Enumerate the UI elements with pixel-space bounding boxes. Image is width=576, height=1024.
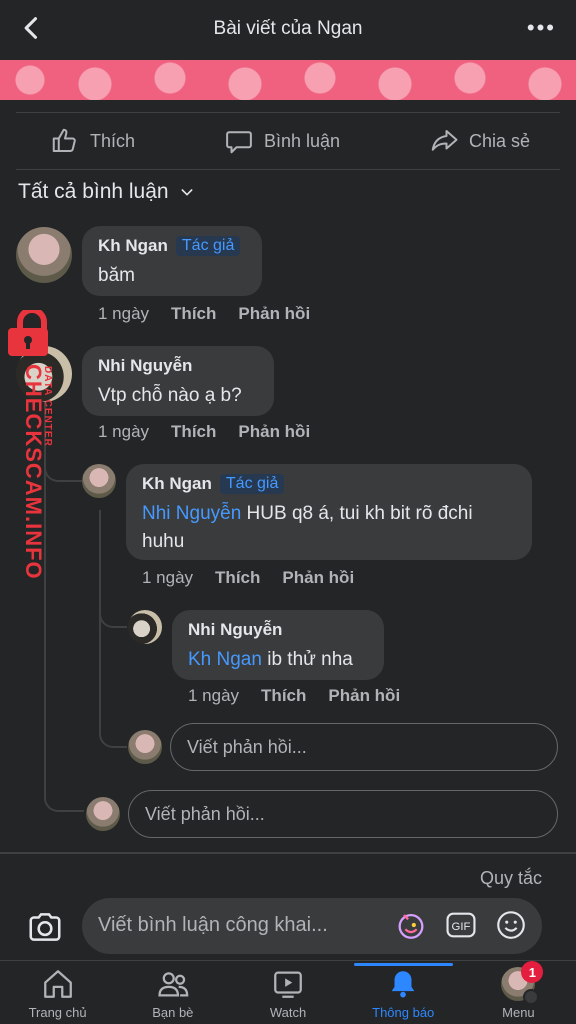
reply-time: 1 ngày: [188, 686, 240, 705]
post-actions: Thích Bình luận Chia sẻ: [16, 112, 560, 170]
tab-label: Watch: [269, 1005, 307, 1020]
reply-text: Nhi Nguyễn HUB q8 á, tui kh bit rõ đchi h…: [142, 503, 473, 552]
avatar[interactable]: [128, 610, 162, 644]
comment-reply-button[interactable]: Phản hồi: [238, 304, 310, 324]
reply-like-button[interactable]: Thích: [215, 568, 260, 588]
comment-like-button[interactable]: Thích: [171, 422, 216, 442]
thumbs-up-icon: [52, 128, 76, 152]
divider: [0, 852, 576, 854]
mention-link[interactable]: Kh Ngan: [188, 649, 262, 670]
like-button[interactable]: Thích: [50, 126, 135, 156]
watch-video-icon: [274, 971, 302, 998]
reply-meta: 1 ngày Thích Phản hồi: [188, 686, 400, 706]
comment-filter-dropdown[interactable]: Tất cả bình luận: [18, 180, 195, 204]
reply-text: Kh Ngan ib thử nha: [188, 649, 353, 670]
reply-reply-button[interactable]: Phản hồi: [282, 568, 354, 588]
header: Bài viết của Ngan •••: [0, 0, 576, 58]
tab-bar: Trang chủ Bạn bè Watch Thông báo 1 Menu: [0, 960, 576, 1024]
avatar: [86, 797, 120, 831]
post-image[interactable]: [0, 60, 576, 100]
reply-input[interactable]: Viết phản hồi...: [128, 790, 558, 838]
page-title: Bài viết của Ngan: [213, 18, 363, 39]
emoji-icon[interactable]: [494, 908, 528, 942]
reply-like-button[interactable]: Thích: [261, 686, 306, 706]
tab-label: Trang chủ: [28, 1005, 87, 1020]
comment-bubble[interactable]: Kh Ngan Tác giả băm: [82, 226, 262, 296]
comment-reply-button[interactable]: Phản hồi: [238, 422, 310, 442]
tab-menu[interactable]: 1 Menu: [461, 961, 576, 1024]
reply-reply-button[interactable]: Phản hồi: [328, 686, 400, 706]
comment-input[interactable]: Viết bình luận công khai... GIF: [82, 898, 542, 954]
share-label: Chia sẻ: [468, 130, 530, 151]
back-arrow-icon[interactable]: [18, 14, 46, 42]
avatar: 1: [501, 961, 544, 1005]
tab-home[interactable]: Trang chủ: [0, 961, 115, 1024]
author-badge: Tác giả: [219, 474, 285, 494]
tab-notifications[interactable]: Thông báo: [346, 961, 461, 1024]
reply-author[interactable]: Nhi Nguyễn: [188, 620, 282, 640]
reply-bubble[interactable]: Kh Ngan Tác giả Nhi Nguyễn HUB q8 á, tui…: [126, 464, 532, 560]
author-badge: Tác giả: [175, 236, 241, 256]
mention-link[interactable]: Nhi Nguyễn: [142, 503, 241, 524]
gif-icon[interactable]: GIF: [444, 908, 478, 942]
tab-label: Bạn bè: [152, 1005, 194, 1020]
comment-author[interactable]: Kh Ngan: [98, 236, 168, 256]
svg-text:GIF: GIF: [452, 921, 471, 933]
more-options-icon[interactable]: •••: [527, 17, 556, 39]
comment-text: băm: [98, 265, 135, 286]
avatar[interactable]: [82, 464, 116, 498]
share-button[interactable]: Chia sẻ: [429, 126, 530, 156]
comment-button[interactable]: Bình luận: [224, 126, 340, 156]
thread-connector: [44, 770, 84, 812]
rules-link[interactable]: Quy tắc: [480, 868, 542, 889]
comment-like-button[interactable]: Thích: [171, 304, 216, 324]
watermark-subtext: DATA CENTER: [42, 366, 53, 447]
reply-bubble[interactable]: Nhi Nguyễn Kh Ngan ib thử nha: [172, 610, 384, 680]
avatar: [128, 730, 162, 764]
comment-time: 1 ngày: [98, 422, 150, 441]
share-arrow-icon: [431, 130, 458, 151]
notification-badge: 1: [521, 961, 544, 983]
reply-meta: 1 ngày Thích Phản hồi: [142, 568, 354, 588]
comment-meta: 1 ngày Thích Phản hồi: [98, 422, 310, 442]
friends-icon: [158, 972, 189, 997]
watermark: CHECKSCAM.INFO DATA CENTER: [4, 310, 64, 590]
lock-icon: [8, 310, 48, 356]
reply-input[interactable]: Viết phản hồi...: [170, 723, 558, 771]
comment-author[interactable]: Nhi Nguyễn: [98, 356, 192, 376]
comment-bubble-icon: [226, 131, 252, 154]
comment-input-placeholder: Viết bình luận công khai...: [98, 914, 328, 936]
tab-watch[interactable]: Watch: [230, 961, 345, 1024]
reply-author[interactable]: Kh Ngan: [142, 474, 212, 494]
comment-meta: 1 ngày Thích Phản hồi: [98, 304, 310, 324]
camera-icon[interactable]: [26, 908, 64, 946]
home-icon: [43, 970, 72, 998]
filter-label: Tất cả bình luận: [18, 180, 169, 203]
tab-friends[interactable]: Bạn bè: [115, 961, 230, 1024]
reply-time: 1 ngày: [142, 568, 194, 587]
avatar[interactable]: [16, 227, 72, 283]
comment-bubble[interactable]: Nhi Nguyễn Vtp chỗ nào ạ b?: [82, 346, 274, 416]
comment-label: Bình luận: [263, 130, 341, 151]
comment-text: Vtp chỗ nào ạ b?: [98, 385, 242, 406]
comment-time: 1 ngày: [98, 304, 150, 323]
bell-icon: [391, 971, 415, 998]
like-label: Thích: [90, 130, 136, 151]
tab-label: Menu: [502, 1005, 535, 1020]
chevron-down-icon: [181, 189, 193, 196]
thread-connector: [99, 710, 127, 748]
thread-connector: [99, 600, 127, 628]
avatar-sticker-icon[interactable]: [394, 908, 428, 942]
menu-icon: [523, 989, 540, 1005]
tab-label: Thông báo: [372, 1005, 435, 1020]
